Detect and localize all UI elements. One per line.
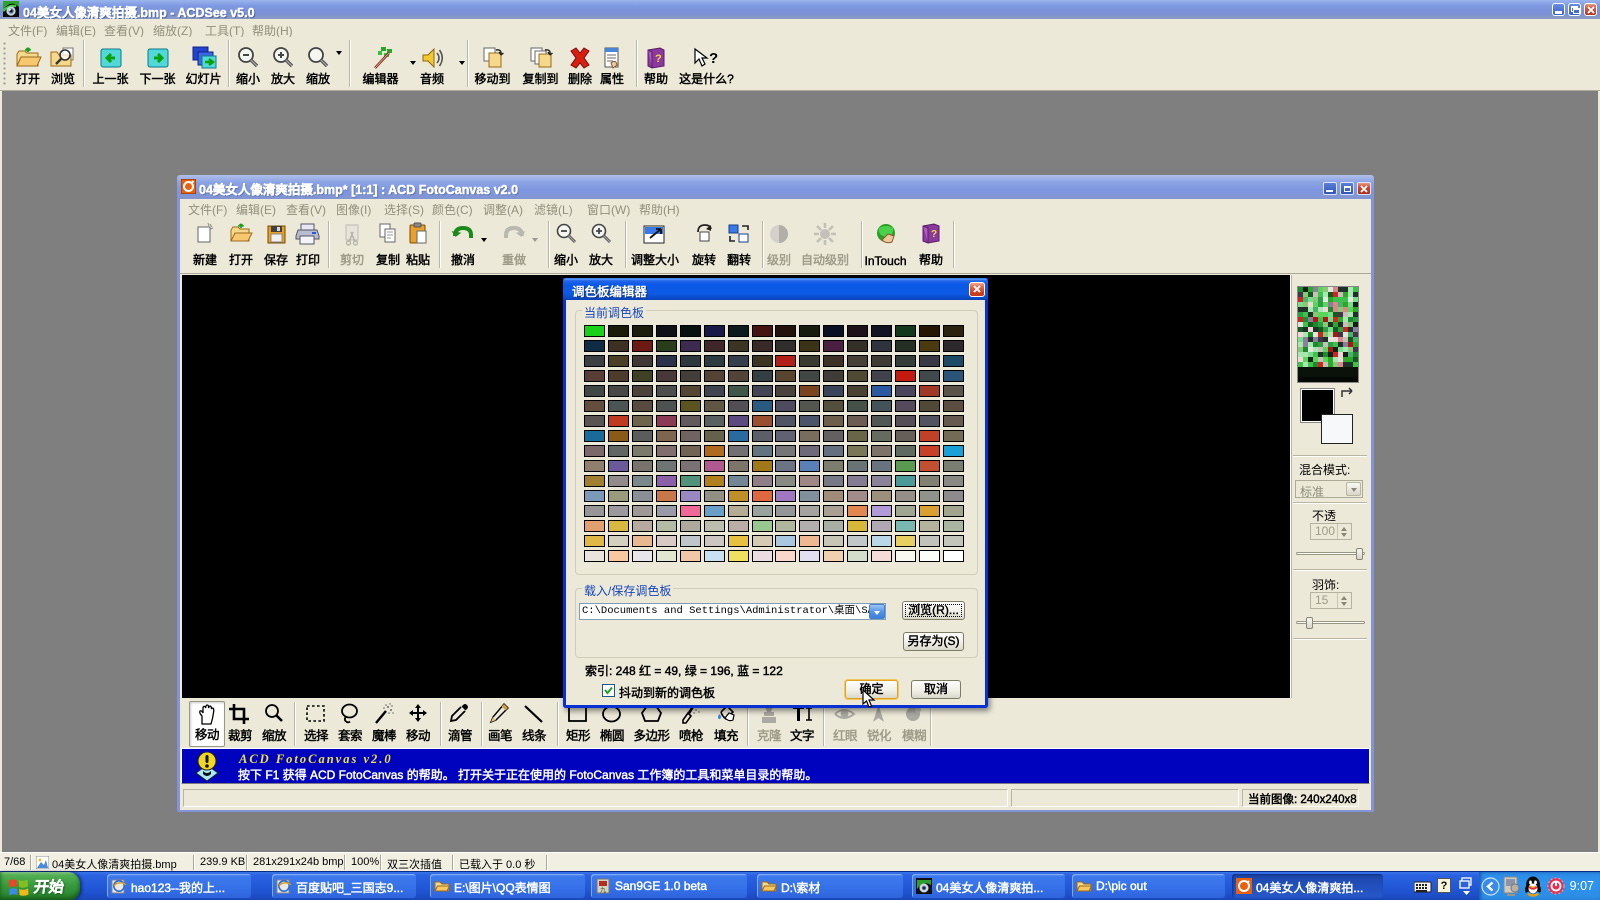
svg-text:?: ? [655, 53, 662, 65]
svg-text:?: ? [931, 229, 937, 240]
svg-text:?: ? [709, 50, 718, 67]
svg-text:九: 九 [600, 886, 606, 894]
